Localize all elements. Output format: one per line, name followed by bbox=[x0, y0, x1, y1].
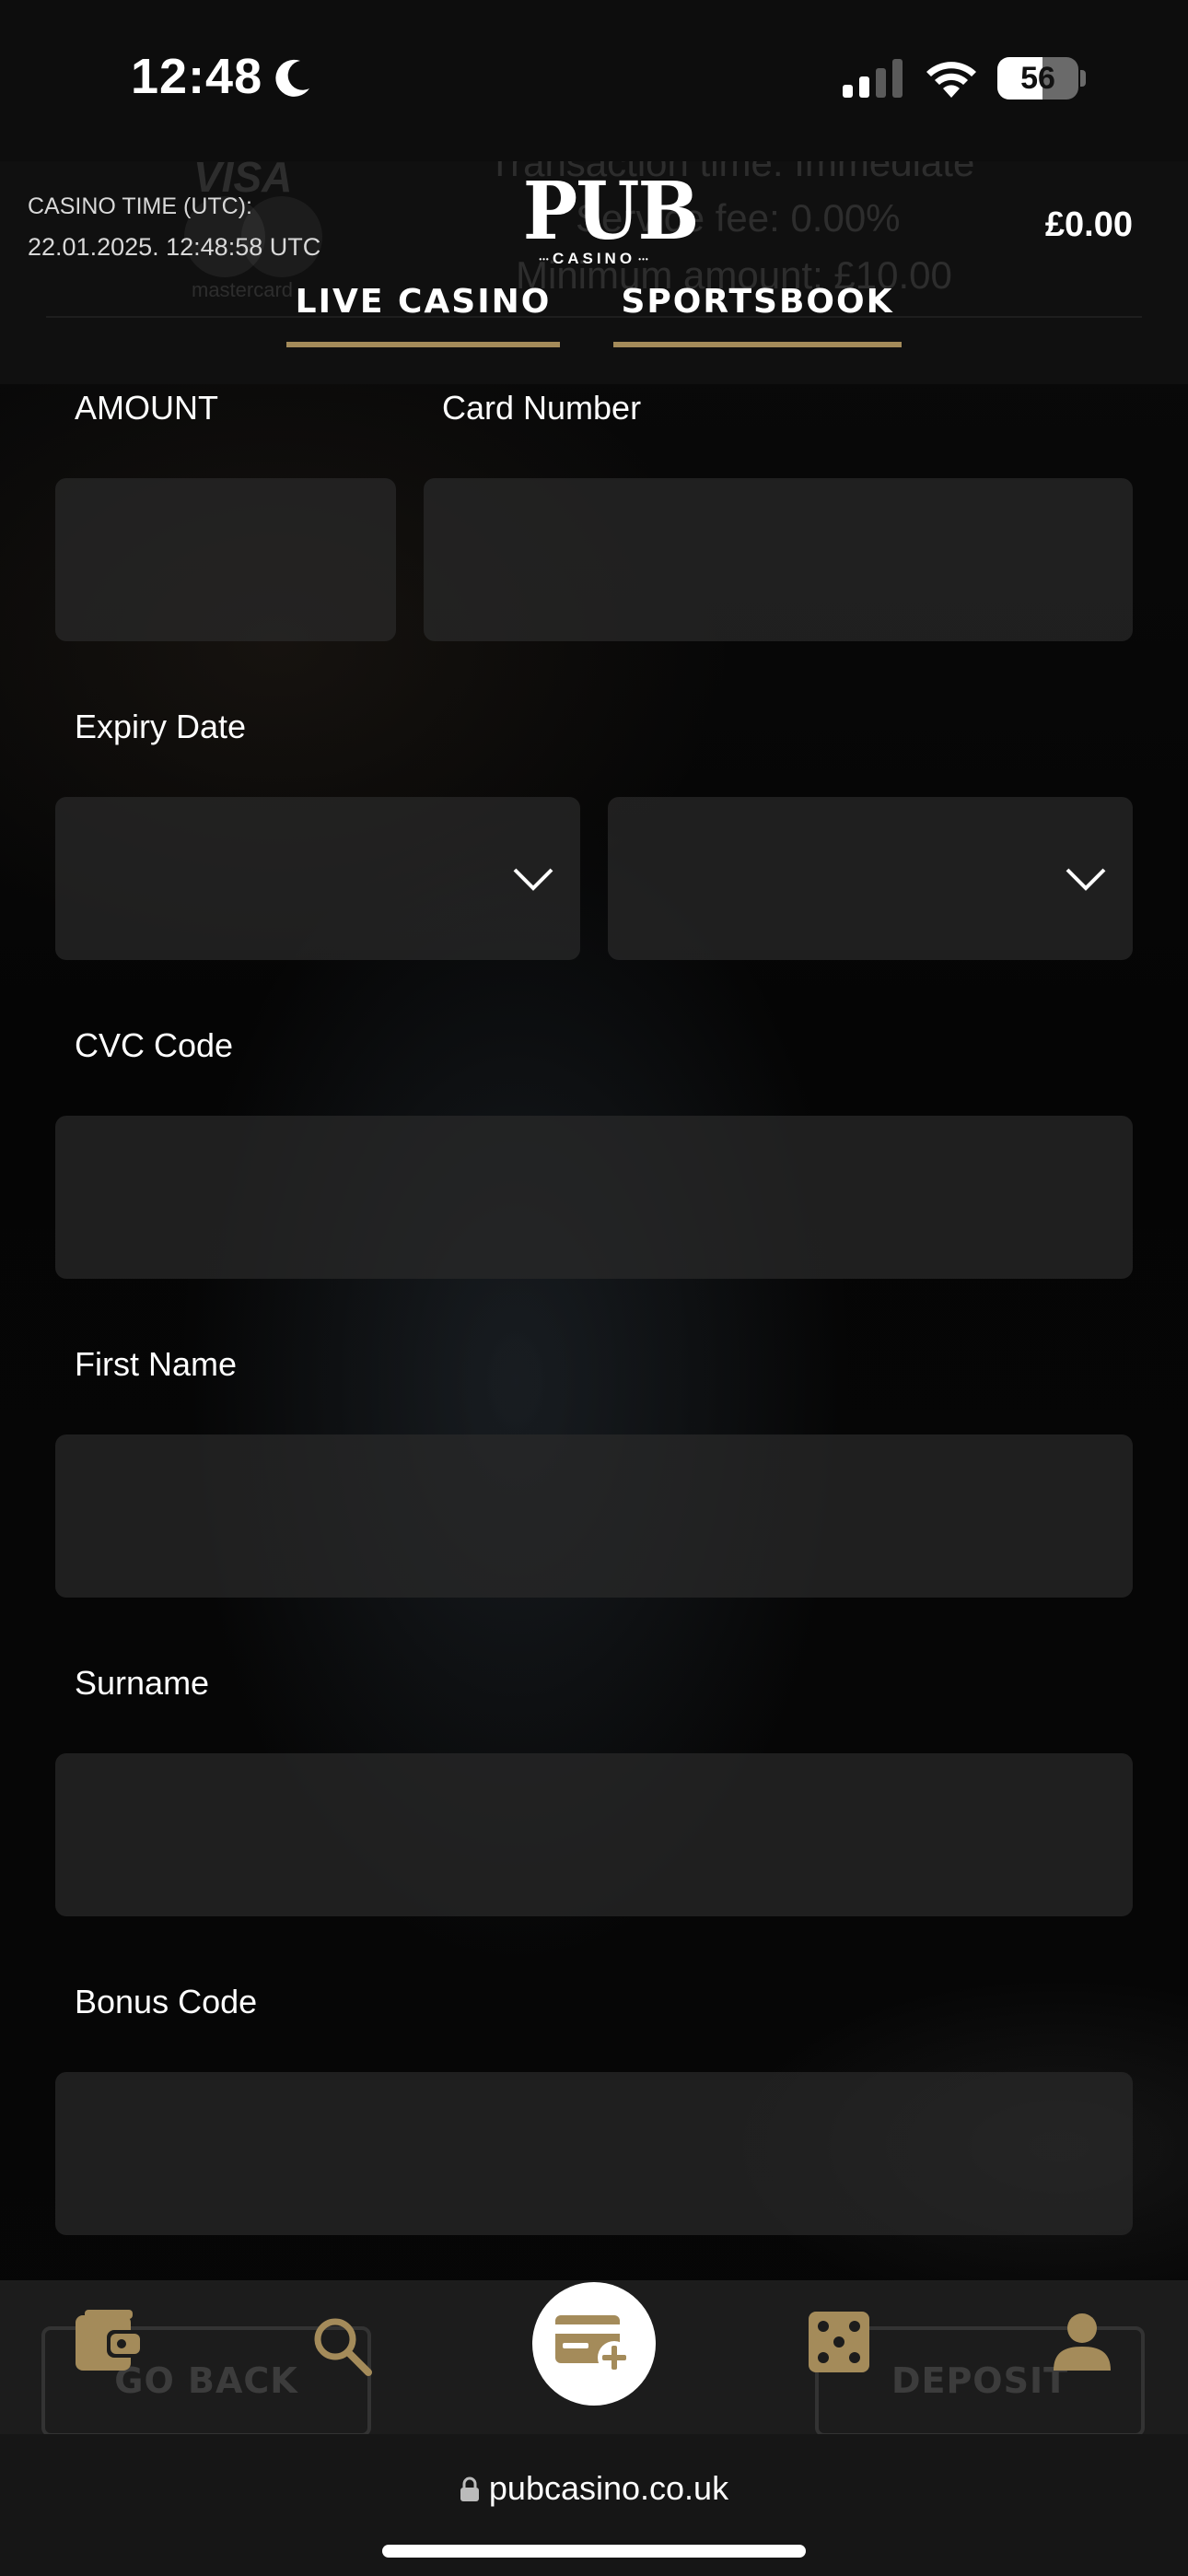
add-card-icon bbox=[555, 2315, 631, 2374]
account-balance[interactable]: £0.00 bbox=[921, 205, 1133, 245]
expiry-year-select[interactable] bbox=[608, 797, 1133, 960]
amount-label: AMOUNT bbox=[75, 389, 218, 427]
surname-label: Surname bbox=[75, 1664, 210, 1702]
chevron-down-icon bbox=[512, 797, 554, 960]
pub-casino-logo[interactable]: PUB CASINO bbox=[517, 165, 700, 272]
tab-sportsbook[interactable]: SPORTSBOOK bbox=[613, 283, 902, 347]
casino-time-label: CASINO TIME (UTC): bbox=[28, 193, 252, 219]
wallet-icon[interactable] bbox=[72, 2310, 144, 2374]
expiry-date-label: Expiry Date bbox=[75, 708, 247, 745]
site-header: VISA mastercard Transaction time: Immedi… bbox=[0, 161, 1188, 384]
ghost-mastercard-label: mastercard bbox=[192, 278, 294, 301]
cvc-code-input[interactable] bbox=[55, 1116, 1133, 1279]
amount-input[interactable] bbox=[55, 478, 396, 641]
expiry-month-select[interactable] bbox=[55, 797, 580, 960]
first-name-label: First Name bbox=[75, 1345, 238, 1383]
surname-input[interactable] bbox=[55, 1753, 1133, 1916]
ghost-divider bbox=[46, 316, 1142, 318]
bonus-code-input[interactable] bbox=[55, 2072, 1133, 2235]
url-display[interactable]: pubcasino.co.uk bbox=[0, 2469, 1188, 2508]
tab-live-casino[interactable]: LIVE CASINO bbox=[286, 283, 560, 347]
clock: 12:48 bbox=[131, 49, 263, 104]
moon-icon bbox=[275, 59, 309, 97]
wifi-icon bbox=[926, 62, 976, 98]
battery-tip bbox=[1080, 70, 1086, 87]
lock-icon bbox=[460, 2476, 479, 2501]
battery-level: 56 bbox=[1020, 61, 1055, 96]
logo-main-text: PUB bbox=[522, 165, 700, 258]
card-number-input[interactable] bbox=[424, 478, 1133, 641]
battery-icon: 56 bbox=[997, 57, 1078, 100]
search-icon[interactable] bbox=[311, 2315, 374, 2378]
cvc-code-label: CVC Code bbox=[75, 1026, 234, 1064]
dice-icon[interactable] bbox=[807, 2310, 871, 2374]
status-bar: 12:48 56 bbox=[0, 0, 1188, 161]
card-number-label: Card Number bbox=[442, 389, 642, 427]
url-text: pubcasino.co.uk bbox=[488, 2469, 729, 2507]
home-indicator[interactable] bbox=[382, 2545, 806, 2558]
first-name-input[interactable] bbox=[55, 1434, 1133, 1598]
profile-icon[interactable] bbox=[1052, 2312, 1112, 2372]
chevron-down-icon bbox=[1065, 797, 1107, 960]
add-card-button[interactable] bbox=[532, 2282, 656, 2406]
cellular-signal-icon bbox=[843, 59, 903, 98]
bonus-code-label: Bonus Code bbox=[75, 1983, 258, 2020]
casino-time-value: 22.01.2025. 12:48:58 UTC bbox=[28, 233, 321, 261]
